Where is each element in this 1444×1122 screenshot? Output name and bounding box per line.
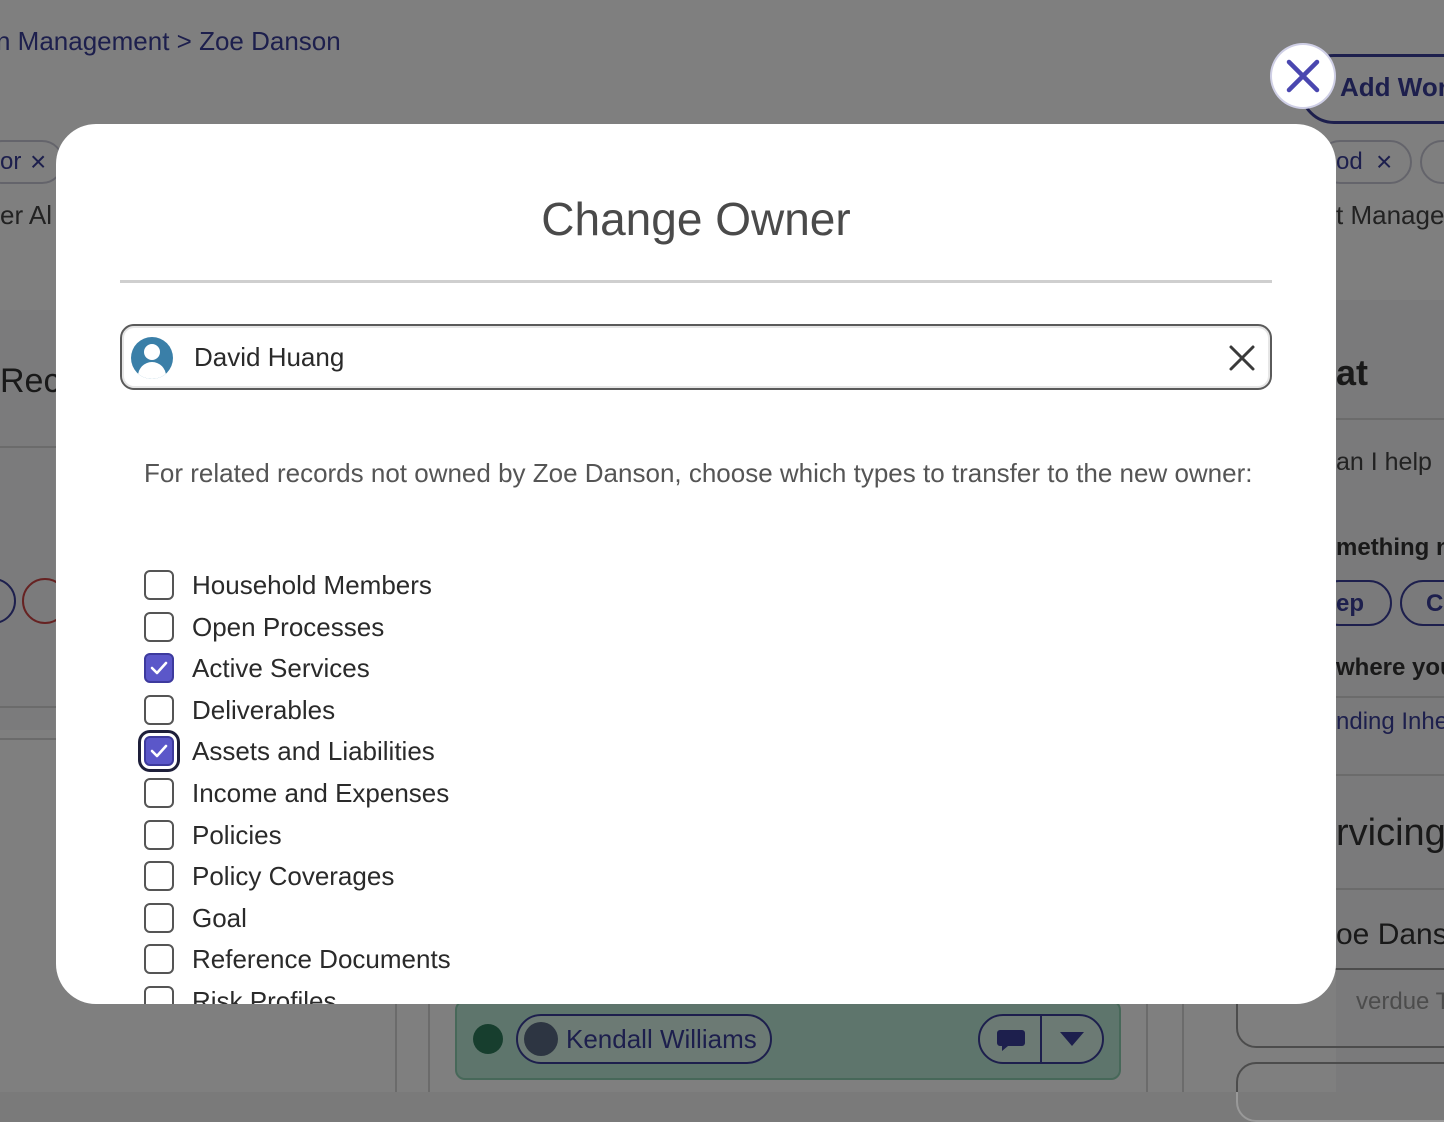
option-checkbox[interactable] xyxy=(144,653,174,683)
title-divider xyxy=(120,280,1272,283)
option-checkbox[interactable] xyxy=(144,778,174,808)
option-checkbox[interactable] xyxy=(144,944,174,974)
close-dialog-button[interactable] xyxy=(1272,45,1334,107)
option-label[interactable]: Policy Coverages xyxy=(192,861,394,892)
option-checkbox[interactable] xyxy=(144,736,174,766)
option-checkbox[interactable] xyxy=(144,695,174,725)
option-label[interactable]: Reference Documents xyxy=(192,944,451,975)
checkmark-icon xyxy=(150,661,168,675)
option-label[interactable]: Household Members xyxy=(192,570,432,601)
user-avatar-icon xyxy=(131,337,173,379)
option-label[interactable]: Assets and Liabilities xyxy=(192,736,435,767)
option-checkbox[interactable] xyxy=(144,612,174,642)
clear-icon[interactable] xyxy=(1226,342,1258,374)
option-label[interactable]: Income and Expenses xyxy=(192,778,449,809)
option-label[interactable]: Active Services xyxy=(192,653,370,684)
option-checkbox[interactable] xyxy=(144,986,174,1004)
option-label[interactable]: Goal xyxy=(192,903,247,934)
close-icon xyxy=(1286,59,1320,93)
checkmark-icon xyxy=(150,744,168,758)
modal-title: Change Owner xyxy=(541,193,851,245)
option-checkbox[interactable] xyxy=(144,861,174,891)
change-owner-dialog: Change Owner David Huang For related rec… xyxy=(56,124,1336,1004)
option-label[interactable]: Risk Profiles xyxy=(192,986,336,1004)
owner-value[interactable]: David Huang xyxy=(194,342,344,373)
option-checkbox[interactable] xyxy=(144,570,174,600)
option-label[interactable]: Deliverables xyxy=(192,695,335,726)
option-label[interactable]: Policies xyxy=(192,820,282,851)
option-checkbox[interactable] xyxy=(144,903,174,933)
instruction-text: For related records not owned by Zoe Dan… xyxy=(144,458,1253,488)
option-label[interactable]: Open Processes xyxy=(192,612,384,643)
option-checkbox[interactable] xyxy=(144,820,174,850)
